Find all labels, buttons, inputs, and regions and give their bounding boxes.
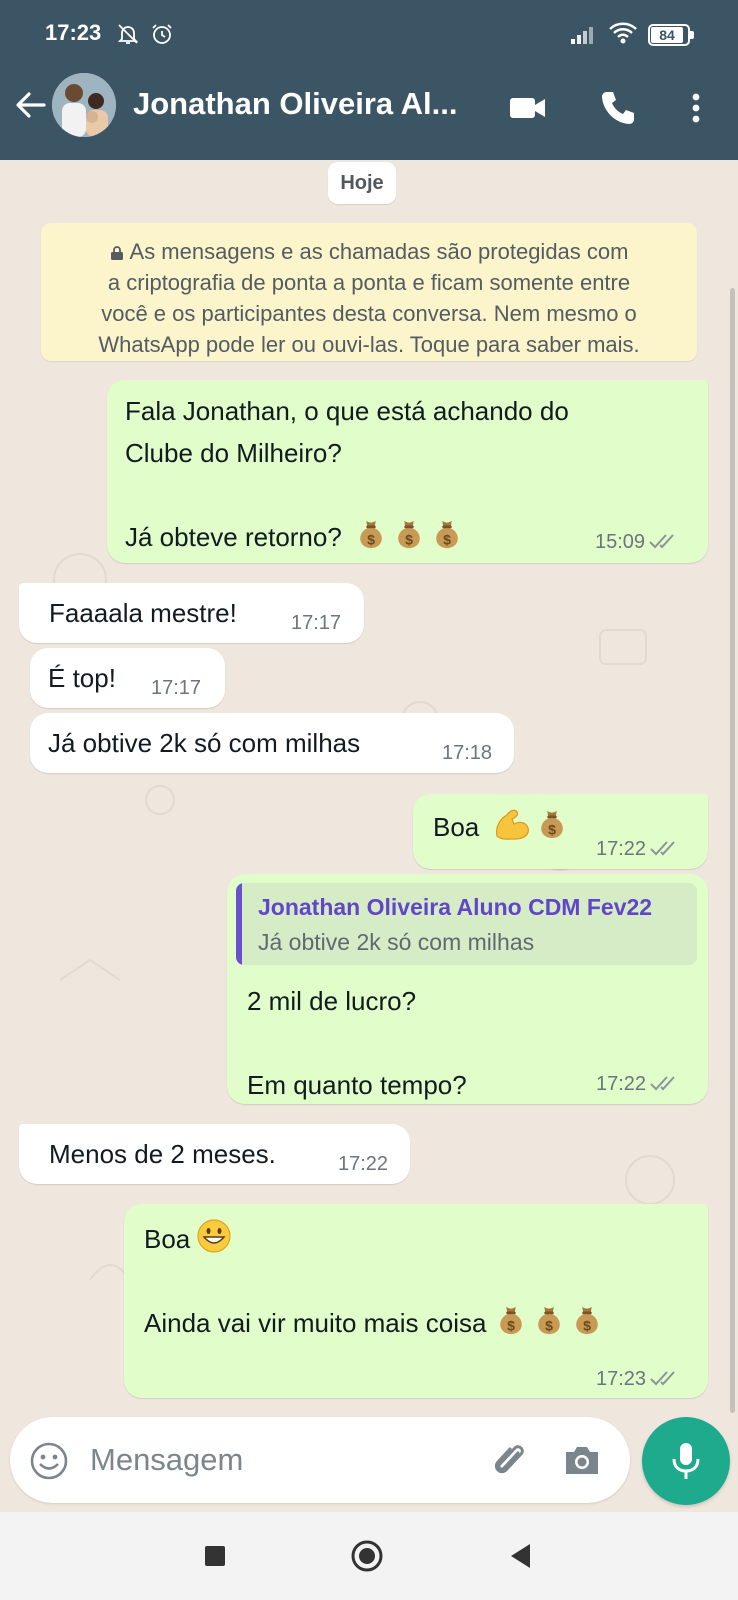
message-text: Boa Ainda vai vir muito mais coisa	[144, 1218, 604, 1344]
back-triangle-icon[interactable]	[504, 1539, 538, 1573]
read-ticks-icon	[650, 1369, 680, 1387]
chat-header: 17:23 84 Jonathan Oliveira Al...	[0, 0, 738, 160]
encryption-notice-line-2: a criptografia de ponta a ponta e ficam …	[107, 270, 631, 295]
message-incoming[interactable]: Menos de 2 meses. 17:22	[19, 1124, 410, 1184]
attach-icon[interactable]	[490, 1439, 530, 1481]
battery-level: 84	[651, 27, 683, 43]
more-options-icon[interactable]	[676, 88, 716, 128]
alarm-icon	[152, 24, 172, 44]
chat-scrollbar[interactable]	[730, 288, 735, 1413]
status-time: 17:23	[45, 20, 102, 45]
message-incoming[interactable]: É top! 17:17	[30, 648, 225, 708]
read-ticks-icon	[650, 1074, 680, 1092]
message-time: 17:17	[291, 612, 342, 634]
money-bag-icon	[354, 517, 388, 551]
money-bag-icon	[532, 1303, 566, 1337]
battery-icon: 84	[648, 24, 694, 46]
message-time: 17:17	[151, 677, 202, 699]
message-text: Faaaala mestre!	[49, 598, 237, 628]
quote-accent-bar	[236, 883, 242, 965]
bell-muted-icon	[117, 24, 139, 44]
money-bag-icon	[392, 517, 426, 551]
message-time: 17:22	[596, 838, 647, 860]
contact-name[interactable]: Jonathan Oliveira Al...	[133, 86, 473, 122]
encryption-notice-line-4: WhatsApp pode ler ou ouvi-las. Toque par…	[98, 332, 640, 357]
message-outgoing[interactable]: Fala Jonathan, o que está achando do Clu…	[107, 380, 708, 563]
lock-icon	[110, 246, 123, 260]
status-bar: 17:23 84	[0, 0, 738, 70]
camera-icon[interactable]	[562, 1440, 602, 1480]
read-ticks-icon	[649, 532, 679, 550]
mic-icon	[672, 1443, 700, 1479]
message-text: Boa	[433, 806, 569, 848]
message-meta: 15:09	[595, 530, 679, 554]
wifi-icon	[609, 22, 637, 44]
message-incoming[interactable]: Já obtive 2k só com milhas 17:18	[30, 713, 514, 773]
phone-call-icon[interactable]	[598, 88, 638, 128]
message-text: Já obtive 2k só com milhas	[48, 728, 361, 758]
message-text: É top!	[48, 663, 116, 693]
encryption-notice-line-1: As mensagens e as chamadas são protegida…	[55, 236, 683, 267]
emoji-icon[interactable]	[29, 1441, 69, 1481]
quote-text: Já obtive 2k só com milhas	[258, 929, 535, 955]
video-call-icon[interactable]	[508, 88, 548, 128]
message-meta: 17:22	[596, 837, 680, 861]
home-circle-icon[interactable]	[350, 1539, 384, 1573]
message-outgoing[interactable]: Boa 17:22	[413, 794, 708, 869]
date-separator: Hoje	[328, 162, 396, 204]
message-text: 2 mil de lucro? Em quanto tempo?	[247, 986, 467, 1100]
avatar[interactable]	[52, 73, 116, 137]
read-ticks-icon	[650, 839, 680, 857]
money-bag-icon	[430, 517, 464, 551]
grinning-face-icon	[197, 1219, 231, 1253]
message-input[interactable]	[90, 1437, 470, 1483]
message-time: 17:23	[596, 1368, 647, 1390]
system-nav-bar	[0, 1512, 738, 1600]
message-time: 17:18	[442, 742, 493, 764]
money-bag-icon	[494, 1303, 528, 1337]
encryption-notice-line-3: você e os participantes desta conversa. …	[101, 301, 637, 326]
signal-icon	[571, 27, 593, 44]
encryption-notice[interactable]: As mensagens e as chamadas são protegida…	[41, 223, 697, 361]
message-text: Fala Jonathan, o que está achando do Clu…	[125, 396, 569, 552]
back-arrow-icon[interactable]	[14, 88, 48, 122]
message-outgoing[interactable]: Boa Ainda vai vir muito mais coisa 17:23	[124, 1204, 708, 1398]
money-bag-icon	[535, 807, 569, 841]
quote-author: Jonathan Oliveira Aluno CDM Fev22	[258, 894, 653, 920]
message-incoming[interactable]: Faaaala mestre! 17:17	[19, 583, 364, 643]
notice-text: As mensagens e as chamadas são protegida…	[129, 239, 629, 264]
money-bag-icon	[570, 1303, 604, 1337]
message-outgoing-reply[interactable]: Jonathan Oliveira Aluno CDM Fev22 Já obt…	[227, 874, 708, 1104]
message-text: Menos de 2 meses.	[49, 1139, 276, 1169]
message-time: 15:09	[595, 531, 646, 553]
message-time: 17:22	[596, 1073, 647, 1095]
message-time: 17:22	[338, 1153, 389, 1175]
message-meta: 17:22	[596, 1072, 680, 1096]
message-meta: 17:23	[596, 1367, 680, 1391]
flexed-biceps-icon	[496, 809, 530, 840]
recents-square-icon[interactable]	[198, 1539, 232, 1573]
mic-button[interactable]	[642, 1417, 730, 1505]
message-composer	[10, 1417, 630, 1503]
quoted-message[interactable]: Jonathan Oliveira Aluno CDM Fev22 Já obt…	[236, 883, 697, 965]
